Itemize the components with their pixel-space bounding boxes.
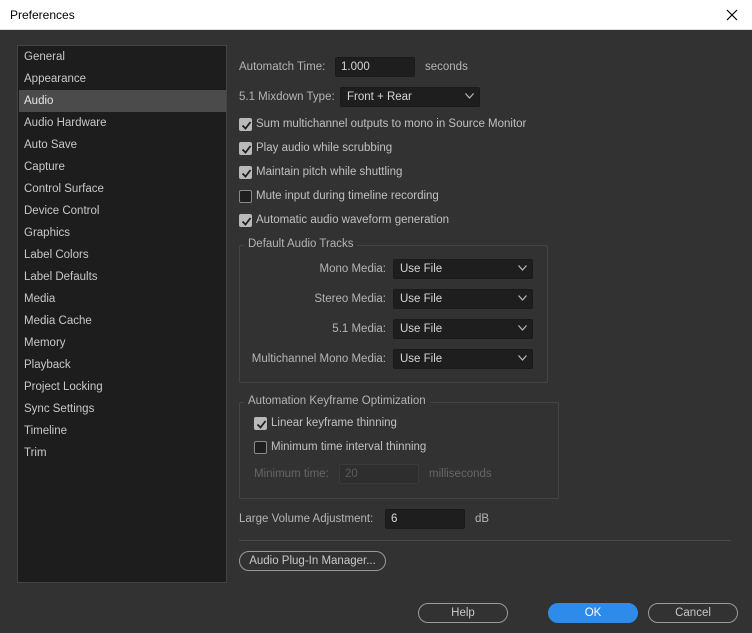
checkbox-checked-icon	[239, 142, 252, 155]
play-audio-scrubbing-checkbox[interactable]: Play audio while scrubbing	[239, 141, 439, 159]
multichannel-mono-media-value: Use File	[400, 353, 443, 365]
checkbox-label: Minimum time interval thinning	[271, 441, 427, 453]
chevron-down-icon	[465, 93, 474, 99]
large-volume-input[interactable]: 6	[385, 509, 465, 529]
sidebar-item-sync-settings[interactable]: Sync Settings	[19, 398, 226, 420]
close-icon	[726, 9, 738, 21]
stereo-media-select[interactable]: Use File	[393, 289, 533, 309]
sidebar-item-media-cache[interactable]: Media Cache	[19, 310, 226, 332]
divider	[239, 540, 731, 541]
chevron-down-icon	[518, 355, 527, 361]
mute-input-recording-checkbox[interactable]: Mute input during timeline recording	[239, 189, 459, 207]
sidebar-item-label-colors[interactable]: Label Colors	[19, 244, 226, 266]
linear-keyframe-thinning-checkbox[interactable]: Linear keyframe thinning	[254, 416, 414, 434]
sidebar-item-device-control[interactable]: Device Control	[19, 200, 226, 222]
audio-plugin-manager-button[interactable]: Audio Plug-In Manager...	[239, 551, 386, 571]
five-one-media-select[interactable]: Use File	[393, 319, 533, 339]
mono-media-label: Mono Media:	[319, 263, 386, 275]
checkbox-unchecked-icon	[239, 190, 252, 203]
sidebar-item-appearance[interactable]: Appearance	[19, 68, 226, 90]
sidebar-item-capture[interactable]: Capture	[19, 156, 226, 178]
checkbox-label: Sum multichannel outputs to mono in Sour…	[256, 118, 527, 130]
automatic-waveform-checkbox[interactable]: Automatic audio waveform generation	[239, 213, 469, 231]
title-bar: Preferences	[0, 0, 752, 30]
ok-button[interactable]: OK	[548, 603, 638, 623]
five-one-media-label: 5.1 Media:	[332, 323, 386, 335]
chevron-down-icon	[518, 325, 527, 331]
checkbox-label: Mute input during timeline recording	[256, 190, 439, 202]
mixdown-type-label: 5.1 Mixdown Type:	[239, 91, 335, 103]
large-volume-unit: dB	[475, 513, 490, 525]
minimum-time-unit: milliseconds	[429, 468, 492, 480]
checkbox-label: Automatic audio waveform generation	[256, 214, 450, 226]
sidebar-item-trim[interactable]: Trim	[19, 442, 226, 464]
keyframe-optimization-title: Automation Keyframe Optimization	[244, 395, 430, 407]
checkbox-label: Linear keyframe thinning	[271, 417, 397, 429]
sidebar-item-audio[interactable]: Audio	[19, 90, 226, 112]
cancel-button[interactable]: Cancel	[648, 603, 738, 623]
window-title: Preferences	[10, 8, 75, 22]
sidebar-item-auto-save[interactable]: Auto Save	[19, 134, 226, 156]
checkbox-checked-icon	[239, 166, 252, 179]
help-button[interactable]: Help	[418, 603, 508, 623]
close-button[interactable]	[712, 0, 752, 30]
multichannel-mono-media-select[interactable]: Use File	[393, 349, 533, 369]
chevron-down-icon	[518, 265, 527, 271]
minimum-time-input[interactable]: 20	[339, 464, 419, 484]
sidebar-item-media[interactable]: Media	[19, 288, 226, 310]
mono-media-select[interactable]: Use File	[393, 259, 533, 279]
checkbox-label: Maintain pitch while shuttling	[256, 166, 403, 178]
multichannel-mono-media-label: Multichannel Mono Media:	[251, 353, 386, 365]
checkbox-label: Play audio while scrubbing	[256, 142, 393, 154]
mixdown-type-value: Front + Rear	[347, 91, 412, 103]
checkbox-checked-icon	[239, 118, 252, 131]
sidebar-item-audio-hardware[interactable]: Audio Hardware	[19, 112, 226, 134]
preferences-category-list: General Appearance Audio Audio Hardware …	[17, 45, 227, 583]
checkbox-checked-icon	[239, 214, 252, 227]
automatch-time-unit: seconds	[425, 61, 468, 73]
chevron-down-icon	[518, 295, 527, 301]
sidebar-item-memory[interactable]: Memory	[19, 332, 226, 354]
stereo-media-label: Stereo Media:	[314, 293, 386, 305]
sidebar-item-playback[interactable]: Playback	[19, 354, 226, 376]
sidebar-item-project-locking[interactable]: Project Locking	[19, 376, 226, 398]
sidebar-item-timeline[interactable]: Timeline	[19, 420, 226, 442]
minimum-interval-thinning-checkbox[interactable]: Minimum time interval thinning	[254, 440, 444, 458]
minimum-time-label: Minimum time:	[254, 468, 329, 480]
default-audio-tracks-title: Default Audio Tracks	[244, 238, 358, 250]
automatch-time-label: Automatch Time:	[239, 61, 326, 73]
automatch-time-input[interactable]: 1.000	[335, 57, 415, 77]
checkbox-unchecked-icon	[254, 441, 267, 454]
five-one-media-value: Use File	[400, 323, 443, 335]
mono-media-value: Use File	[400, 263, 443, 275]
sidebar-item-general[interactable]: General	[19, 46, 226, 68]
sidebar-item-control-surface[interactable]: Control Surface	[19, 178, 226, 200]
large-volume-label: Large Volume Adjustment:	[239, 513, 374, 525]
stereo-media-value: Use File	[400, 293, 443, 305]
sidebar-item-graphics[interactable]: Graphics	[19, 222, 226, 244]
checkbox-checked-icon	[254, 417, 267, 430]
sidebar-item-label-defaults[interactable]: Label Defaults	[19, 266, 226, 288]
mixdown-type-select[interactable]: Front + Rear	[340, 87, 480, 107]
maintain-pitch-checkbox[interactable]: Maintain pitch while shuttling	[239, 165, 439, 183]
sum-multichannel-checkbox[interactable]: Sum multichannel outputs to mono in Sour…	[239, 117, 539, 135]
